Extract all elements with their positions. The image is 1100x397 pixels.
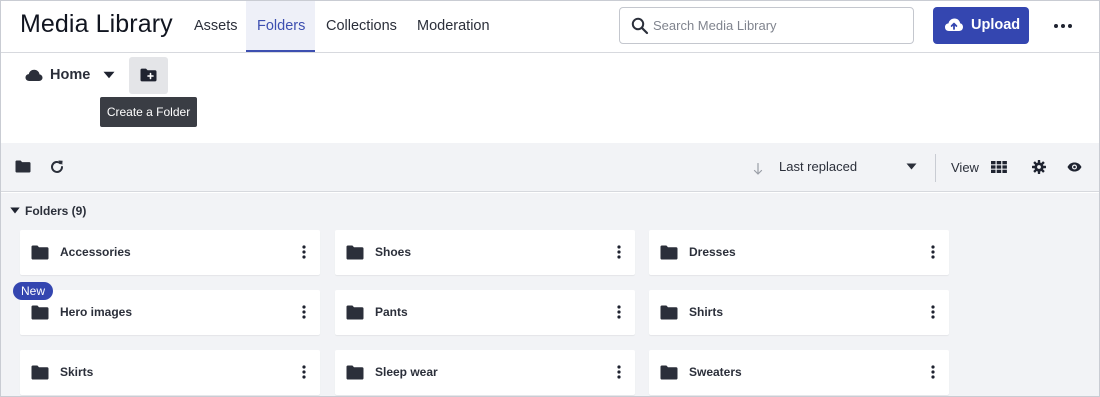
more-vertical-icon[interactable] [300,244,308,260]
cloud-icon [25,69,43,81]
folder-plus-icon [140,68,157,82]
folder-card[interactable]: Hero images [20,290,320,335]
tab-assets[interactable]: Assets [183,1,249,52]
eye-icon[interactable] [1067,162,1082,172]
folder-name: Dresses [689,245,736,259]
search-box [619,7,914,44]
caret-down-icon [906,163,917,170]
search-input[interactable] [653,8,908,43]
create-folder-tooltip: Create a Folder [100,97,197,127]
folder-name: Hero images [60,305,133,319]
folder-name: Shirts [689,305,724,319]
folder-card[interactable]: Accessories [20,230,320,275]
folder-icon [31,305,49,320]
folder-card[interactable]: Sleep wear [335,350,635,395]
tab-collections[interactable]: Collections [315,1,408,52]
folder-name: Pants [375,305,408,319]
folder-name: Accessories [60,245,131,259]
caret-down-icon [10,207,20,214]
app-header: Media Library Assets Folders Collections… [1,1,1099,53]
tab-moderation[interactable]: Moderation [406,1,501,52]
caret-down-icon[interactable] [103,71,115,79]
sort-select[interactable]: Last replaced [779,159,921,177]
folder-card[interactable]: Sweaters [649,350,949,395]
sort-select-value: Last replaced [779,159,858,174]
folder-name: Shoes [375,245,412,259]
more-vertical-icon[interactable] [615,364,623,380]
folders-section: Folders (9) Accessories Shoes Dresses He… [1,193,1099,396]
folder-icon[interactable] [15,160,31,173]
toolbar: Last replaced View [1,143,1099,192]
grid-view-icon[interactable] [991,161,1007,173]
app-title: Media Library [20,10,173,38]
folder-name: Sweaters [689,365,742,379]
more-vertical-icon[interactable] [300,304,308,320]
folder-card[interactable]: Skirts [20,350,320,395]
tab-folders[interactable]: Folders [246,1,315,52]
folder-icon [31,365,49,380]
cloud-upload-icon [945,18,963,31]
folder-icon [660,245,678,260]
folders-section-title: Folders (9) [25,204,87,218]
upload-button[interactable]: Upload [933,7,1029,44]
folder-icon [660,305,678,320]
more-vertical-icon[interactable] [300,364,308,380]
more-vertical-icon[interactable] [929,244,937,260]
breadcrumb-home[interactable]: Home [50,67,90,83]
more-options-button[interactable] [1049,14,1077,38]
upload-button-label: Upload [971,17,1021,33]
folder-card[interactable]: Shirts [649,290,949,335]
refresh-icon[interactable] [49,159,65,175]
sort-direction-icon[interactable] [753,163,763,175]
folder-name: Skirts [60,365,94,379]
more-vertical-icon[interactable] [615,244,623,260]
folder-icon [31,245,49,260]
more-vertical-icon[interactable] [929,304,937,320]
create-folder-button[interactable] [129,57,168,94]
new-badge: New [13,282,54,300]
view-label: View [951,160,979,175]
toolbar-divider [935,154,936,182]
more-vertical-icon[interactable] [615,304,623,320]
search-icon [631,17,649,35]
folder-icon [346,245,364,260]
folder-card[interactable]: Pants [335,290,635,335]
folder-name: Sleep wear [375,365,438,379]
folder-icon [346,305,364,320]
folder-card[interactable]: Shoes [335,230,635,275]
folder-icon [346,365,364,380]
folder-icon [660,365,678,380]
more-vertical-icon[interactable] [929,364,937,380]
folder-card[interactable]: Dresses [649,230,949,275]
media-library-window: Media Library Assets Folders Collections… [0,0,1100,397]
more-horizontal-icon [1054,24,1072,28]
settings-gear-icon[interactable] [1032,160,1046,174]
